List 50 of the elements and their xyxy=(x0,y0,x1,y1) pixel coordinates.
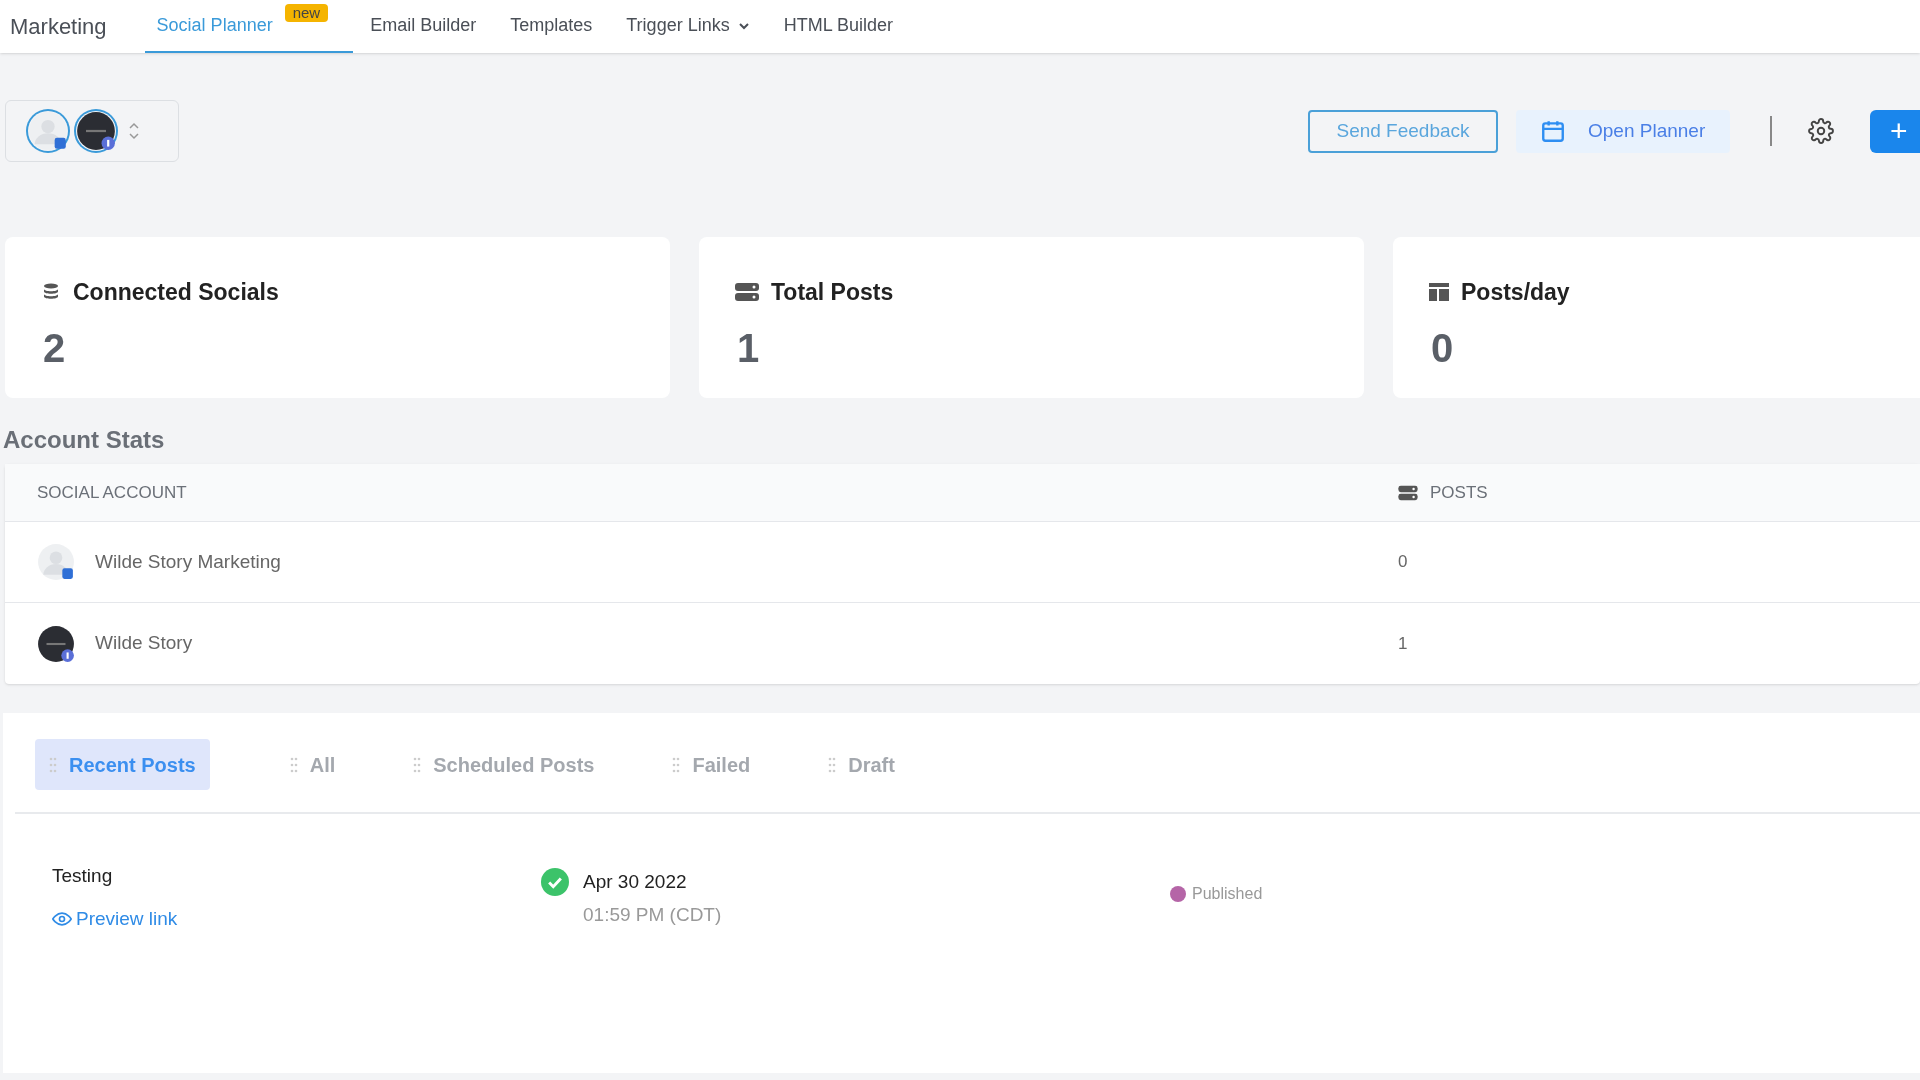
add-button[interactable]: + xyxy=(1870,109,1920,153)
table-cell-text: Wilde Story Marketing xyxy=(95,549,281,574)
check-circle-icon xyxy=(541,868,569,896)
avatar-icon xyxy=(76,111,116,151)
sort-icon xyxy=(128,121,140,141)
drag-handle-icon xyxy=(49,756,57,773)
open-planner-button[interactable]: Open Planner xyxy=(1516,109,1730,153)
calendar-icon xyxy=(1540,118,1566,144)
nav-tab[interactable]: Templates xyxy=(493,0,610,53)
settings-icon[interactable] xyxy=(1806,116,1836,146)
drag-handle-icon xyxy=(413,756,422,773)
stat-value: 0 xyxy=(1430,324,1455,372)
nav-tab[interactable]: Email Builder xyxy=(353,0,494,53)
status-label: Published xyxy=(1192,884,1263,904)
section-title: Account Stats xyxy=(2,425,166,455)
new-badge: new xyxy=(284,3,329,22)
nav-tab[interactable]: HTML Builder xyxy=(766,0,911,53)
post-title: Testing xyxy=(52,864,114,888)
column-header: SOCIAL ACCOUNT xyxy=(36,481,188,504)
stat-value: 2 xyxy=(42,324,67,372)
column-header: POSTS xyxy=(1430,481,1488,504)
drag-handle-icon xyxy=(289,756,298,773)
post-tab[interactable]: Failed xyxy=(658,739,765,790)
post-date: Apr 30 2022 xyxy=(583,870,688,894)
table-cell-text: 1 xyxy=(1398,632,1408,655)
send-feedback-button[interactable]: Send Feedback xyxy=(1308,109,1498,153)
stat-label: Total Posts xyxy=(771,278,894,307)
server-icon xyxy=(735,282,759,303)
avatar-icon xyxy=(37,624,75,663)
post-tab[interactable]: Recent Posts xyxy=(35,739,210,790)
server-icon xyxy=(1398,484,1418,501)
table-cell-text: 0 xyxy=(1398,551,1408,574)
app-title: Marketing xyxy=(9,13,108,41)
stat-value: 1 xyxy=(736,324,761,372)
nav-tab[interactable]: Trigger Links xyxy=(609,0,767,53)
post-tab[interactable]: Scheduled Posts xyxy=(399,739,609,790)
drag-handle-icon xyxy=(672,756,681,773)
drag-handle-icon xyxy=(828,756,837,773)
layout-icon xyxy=(1429,282,1449,303)
stat-label: Posts/day xyxy=(1461,278,1570,307)
avatar-placeholder-icon xyxy=(28,111,68,151)
table-cell-text: Wilde Story xyxy=(95,631,193,656)
nav-tab[interactable]: Social Planner new xyxy=(144,0,354,53)
stat-label: Connected Socials xyxy=(73,278,279,307)
post-tab[interactable]: All xyxy=(275,739,350,790)
avatar-placeholder-icon xyxy=(37,543,75,581)
post-time: 01:59 PM (CDT) xyxy=(583,902,722,927)
preview-link[interactable]: Preview link xyxy=(52,904,541,933)
post-tab[interactable]: Draft xyxy=(814,739,909,790)
account-switcher[interactable] xyxy=(5,100,179,162)
